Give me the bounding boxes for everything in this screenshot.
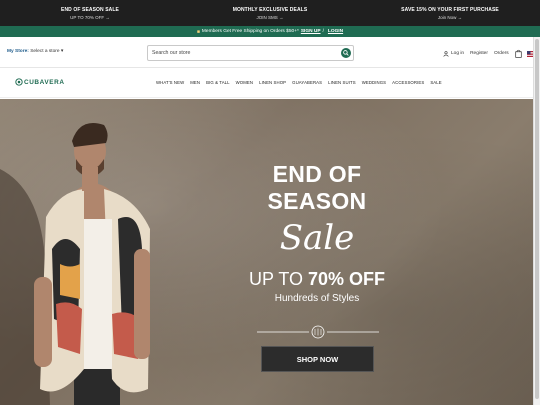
nav-item-accessories[interactable]: ACCESSORIES: [392, 80, 424, 85]
hero-discount-value: 70% OFF: [308, 269, 386, 289]
scrollbar[interactable]: [533, 37, 540, 405]
gift-icon: ■: [196, 28, 200, 35]
account-links: Log in Register Orders: [443, 49, 535, 58]
promo-link[interactable]: UP TO 70% OFF →: [70, 15, 110, 20]
promo-link[interactable]: JOIN SMS →: [256, 15, 283, 20]
store-selector[interactable]: My Store: Select a store ▾: [7, 49, 63, 54]
promo-end-of-season[interactable]: END OF SEASON SALE UP TO 70% OFF →: [0, 0, 180, 26]
hero-divider: [257, 325, 379, 339]
nav-item-weddings[interactable]: WEDDINGS: [362, 80, 386, 85]
promo-bar: END OF SEASON SALE UP TO 70% OFF → MONTH…: [0, 0, 540, 26]
utility-bar: My Store: Select a store ▾ Log in Regist…: [0, 37, 540, 68]
model-image: [0, 123, 150, 405]
main-nav: CUBAVERA WHAT'S NEW MEN BIG & TALL WOMEN…: [0, 68, 540, 98]
promo-link[interactable]: Join Now →: [438, 15, 462, 20]
nav-item-linen-suits[interactable]: LINEN SUITS: [328, 80, 356, 85]
store-label: My Store:: [7, 49, 29, 54]
nav-item-guayaberas[interactable]: GUAYABERAS: [292, 80, 322, 85]
nav-item-sale[interactable]: SALE: [430, 80, 441, 85]
login-link[interactable]: Log in: [443, 50, 465, 57]
hero-sale-script: Sale: [279, 218, 355, 258]
brand-logo[interactable]: CUBAVERA: [15, 78, 65, 86]
scrollbar-thumb[interactable]: [535, 39, 539, 399]
search-button[interactable]: [341, 48, 351, 58]
promo-title: MONTHLY EXCLUSIVE DEALS: [232, 6, 308, 13]
hero-discount-prefix: UP TO: [248, 269, 308, 289]
search-input[interactable]: [152, 50, 332, 56]
shop-now-button[interactable]: SHOP NOW: [261, 346, 374, 372]
orders-link[interactable]: Orders: [494, 51, 509, 56]
register-link[interactable]: Register: [470, 51, 488, 56]
hero-headline: END OF SEASON: [267, 161, 367, 214]
nav-item-big-tall[interactable]: BIG & TALL: [206, 80, 230, 85]
nav-item-men[interactable]: MEN: [190, 80, 200, 85]
nav-item-women[interactable]: WOMEN: [236, 80, 253, 85]
hero-text: END OF SEASON Sale UP TO 70% OFF Hundred…: [228, 161, 406, 304]
login-link[interactable]: LOGIN: [328, 29, 343, 34]
logo-mark-icon: [15, 78, 23, 86]
logo-text: CUBAVERA: [24, 78, 65, 86]
hero-subhead: Hundreds of Styles: [274, 293, 360, 304]
promo-title: END OF SEASON SALE: [61, 6, 119, 13]
promo-monthly-deals[interactable]: MONTHLY EXCLUSIVE DEALS JOIN SMS →: [180, 0, 360, 26]
member-banner: ■ Members Get Free Shipping on Orders $5…: [0, 26, 540, 37]
search-box: [147, 45, 354, 61]
nav-item-whats-new[interactable]: WHAT'S NEW: [156, 80, 184, 85]
promo-first-purchase[interactable]: SAVE 15% ON YOUR FIRST PURCHASE Join Now…: [360, 0, 540, 26]
store-value[interactable]: Select a store ▾: [30, 49, 63, 54]
shopping-bag-icon[interactable]: [514, 49, 522, 58]
signup-link[interactable]: SIGN UP: [301, 29, 321, 34]
hero-banner[interactable]: END OF SEASON Sale UP TO 70% OFF Hundred…: [0, 99, 533, 405]
promo-title: SAVE 15% ON YOUR FIRST PURCHASE: [401, 6, 499, 13]
user-icon: [443, 50, 449, 57]
nav-item-linen-shop[interactable]: LINEN SHOP: [259, 80, 286, 85]
page: END OF SEASON SALE UP TO 70% OFF → MONTH…: [0, 0, 540, 405]
hero-discount: UP TO 70% OFF: [228, 269, 406, 290]
login-label: Log in: [451, 51, 465, 56]
member-text: Members Get Free Shipping on Orders $50+…: [201, 29, 299, 34]
member-separator: /: [322, 29, 324, 34]
nav-menu: WHAT'S NEW MEN BIG & TALL WOMEN LINEN SH…: [156, 80, 442, 85]
search-icon: [343, 50, 349, 56]
